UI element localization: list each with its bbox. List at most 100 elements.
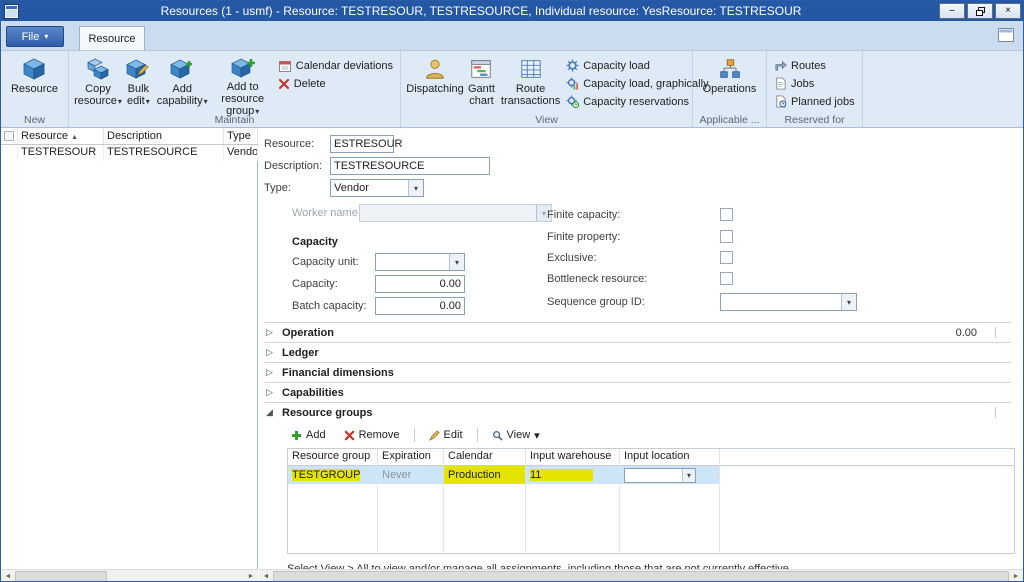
add-capability-button[interactable]: Add capability▾ xyxy=(154,54,211,114)
description-input[interactable]: TESTRESOURCE xyxy=(330,157,490,175)
cell-description: TESTRESOURCE xyxy=(104,145,224,161)
route-transactions-icon xyxy=(519,55,543,83)
exclusive-checkbox[interactable] xyxy=(720,251,733,264)
ribbon: Resource New Copy resource▾ Bulk edit▾ xyxy=(1,50,1023,128)
capacity-reservations-button[interactable]: Capacity reservations xyxy=(563,93,711,110)
finite-capacity-checkbox[interactable] xyxy=(720,208,733,221)
layout-icon[interactable] xyxy=(997,27,1015,43)
toolbar-separator xyxy=(477,428,478,442)
routes-button[interactable]: Routes xyxy=(771,57,858,74)
select-all-checkbox[interactable] xyxy=(1,128,18,144)
restore-button[interactable] xyxy=(967,3,993,19)
scroll-left-icon[interactable]: ◄ xyxy=(1,570,15,582)
group-label-view: View xyxy=(401,114,692,126)
window-title: Resources (1 - usmf) - Resource: TESTRES… xyxy=(23,4,939,18)
section-resource-groups[interactable]: ◢ Resource groups xyxy=(264,402,1011,422)
section-operation[interactable]: ▷ Operation 0.00 xyxy=(264,322,1011,342)
rg-cell-expiration[interactable]: Never xyxy=(378,466,443,484)
planned-jobs-button[interactable]: Planned jobs xyxy=(771,93,858,110)
column-header-type[interactable]: Type xyxy=(224,128,258,144)
ribbon-group-reserved: Routes Jobs Planned jobs Reserved for xyxy=(767,51,863,127)
resource-list-row[interactable]: TESTRESOUR TESTRESOURCE Vendor xyxy=(1,145,257,161)
rg-column-resource-group[interactable]: Resource group xyxy=(288,449,377,466)
resource-groups-toolbar: Add Remove Edit xyxy=(287,425,1011,445)
close-button[interactable]: × xyxy=(995,3,1021,19)
jobs-button[interactable]: Jobs xyxy=(771,75,858,92)
calendar-deviations-button[interactable]: Calendar deviations xyxy=(275,57,396,74)
capacity-unit-label: Capacity unit: xyxy=(292,256,359,268)
dispatching-button[interactable]: Dispatching xyxy=(405,54,465,114)
finite-capacity-label: Finite capacity: xyxy=(547,209,620,221)
rg-column-expiration[interactable]: Expiration xyxy=(378,449,443,466)
resource-list-panel: Resource▲ Description Type TESTRESOUR TE… xyxy=(1,128,258,582)
main-panel-hscrollbar[interactable]: ◄ ► xyxy=(259,569,1023,582)
capacity-input[interactable]: 0.00 xyxy=(375,275,465,293)
rg-cell-input-location[interactable]: ▾ xyxy=(620,466,719,484)
route-transactions-button[interactable]: Route transactions xyxy=(498,54,563,114)
group-label-reserved: Reserved for xyxy=(767,114,862,126)
scroll-right-icon[interactable]: ► xyxy=(1009,570,1023,582)
rg-cell-calendar[interactable]: Production xyxy=(444,466,525,484)
file-menu-button[interactable]: File▾ xyxy=(6,26,64,47)
type-field-label: Type: xyxy=(264,182,330,194)
page-clock-icon xyxy=(774,95,787,108)
section-capabilities[interactable]: ▷ Capabilities xyxy=(264,382,1011,402)
sort-ascending-icon: ▲ xyxy=(71,134,78,141)
rg-column-input-location[interactable]: Input location xyxy=(620,449,719,466)
type-select[interactable]: Vendor ▾ xyxy=(330,179,424,197)
group-label-maintain: Maintain xyxy=(69,114,400,126)
chevron-down-icon: ▾ xyxy=(118,97,122,106)
chevron-down-icon: ▾ xyxy=(204,97,208,106)
expander-collapsed-icon: ▷ xyxy=(266,367,276,378)
scroll-right-icon[interactable]: ► xyxy=(244,570,258,582)
operations-button[interactable]: Operations xyxy=(700,54,760,114)
delete-button[interactable]: Delete xyxy=(275,75,396,92)
finite-property-checkbox[interactable] xyxy=(720,230,733,243)
bulk-edit-button[interactable]: Bulk edit▾ xyxy=(123,54,154,114)
rg-column-input-warehouse[interactable]: Input warehouse xyxy=(526,449,619,466)
batch-capacity-input[interactable]: 0.00 xyxy=(375,297,465,315)
rg-cell-input-warehouse[interactable]: 11 xyxy=(526,466,619,484)
person-icon xyxy=(423,55,447,83)
rg-column-calendar[interactable]: Calendar xyxy=(444,449,525,466)
scrollbar-thumb[interactable] xyxy=(15,571,107,582)
tab-resource[interactable]: Resource xyxy=(79,26,145,51)
rg-cell-resource-group[interactable]: TESTGROUP xyxy=(288,466,377,484)
remove-button[interactable]: Remove xyxy=(340,428,404,442)
capacity-load-button[interactable]: Capacity load xyxy=(563,57,711,74)
remove-x-icon xyxy=(344,430,355,441)
gantt-chart-button[interactable]: Gantt chart xyxy=(465,54,498,114)
fast-tabs: ▷ Operation 0.00 ▷ Ledger ▷ Financial di… xyxy=(264,322,1011,422)
resource-button[interactable]: Resource xyxy=(8,54,61,114)
general-fields: Worker name: ▾ Capacity Capacity unit: ▾… xyxy=(264,204,1011,318)
edit-button[interactable]: Edit xyxy=(425,428,467,442)
scrollbar-thumb[interactable] xyxy=(273,571,1009,582)
copy-resource-button[interactable]: Copy resource▾ xyxy=(73,54,123,114)
section-ledger[interactable]: ▷ Ledger xyxy=(264,342,1011,362)
magnifier-icon xyxy=(492,430,503,441)
section-financial-dimensions[interactable]: ▷ Financial dimensions xyxy=(264,362,1011,382)
ribbon-group-view: Dispatching Gantt chart Route transactio… xyxy=(401,51,693,127)
sequence-group-select[interactable]: ▾ xyxy=(720,293,857,311)
cell-resource: TESTRESOUR xyxy=(18,145,104,161)
operation-summary-value: 0.00 xyxy=(956,327,977,339)
add-button[interactable]: Add xyxy=(287,428,330,442)
finite-property-label: Finite property: xyxy=(547,231,620,243)
scroll-left-icon[interactable]: ◄ xyxy=(259,570,273,582)
resource-list-header: Resource▲ Description Type xyxy=(1,128,257,145)
input-location-select[interactable]: ▾ xyxy=(624,468,696,483)
capacity-unit-select[interactable]: ▾ xyxy=(375,253,465,271)
add-to-resource-group-button[interactable]: Add to resource group▾ xyxy=(211,54,275,114)
resource-groups-grid: Resource group TESTGROUP Expiration Neve… xyxy=(287,448,1015,554)
section-divider xyxy=(995,407,1001,418)
capacity-load-graphically-button[interactable]: Capacity load, graphically xyxy=(563,75,711,92)
minimize-button[interactable]: – xyxy=(939,3,965,19)
maintain-small-buttons: Calendar deviations Delete xyxy=(275,54,396,92)
bottleneck-resource-checkbox[interactable] xyxy=(720,272,733,285)
view-menu-button[interactable]: View ▾ xyxy=(488,428,544,443)
chevron-down-icon: ▾ xyxy=(408,180,423,196)
left-panel-hscrollbar[interactable]: ◄ ► xyxy=(1,569,258,582)
column-header-resource[interactable]: Resource▲ xyxy=(18,128,104,144)
resource-input[interactable]: ESTRESOUR xyxy=(330,135,394,153)
column-header-description[interactable]: Description xyxy=(104,128,224,144)
